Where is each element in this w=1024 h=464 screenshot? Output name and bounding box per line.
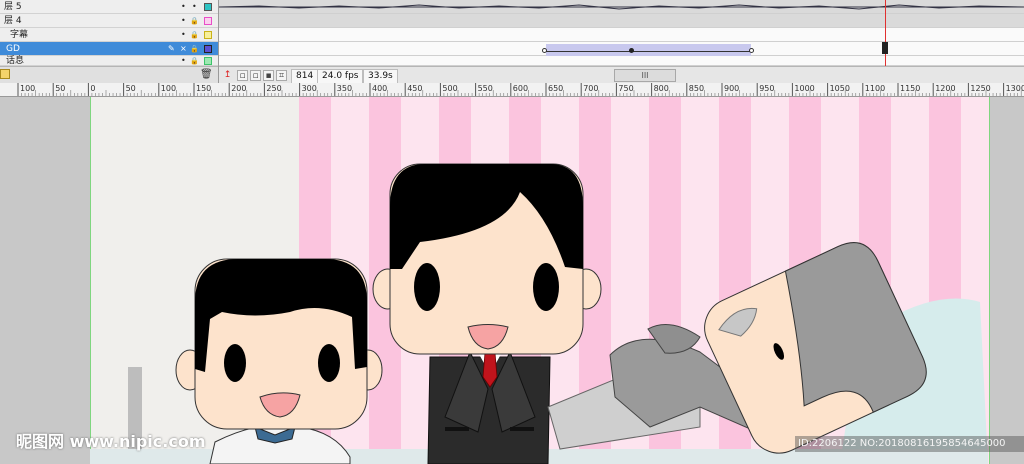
ruler-label: 850 (689, 84, 704, 93)
ruler-label: 950 (759, 84, 774, 93)
layer-name: 层 5 (4, 2, 22, 12)
ruler-label: 1200 (935, 84, 955, 93)
keyframe[interactable] (749, 48, 754, 53)
timeline-scrollbar[interactable]: III (614, 69, 676, 82)
lock-icon[interactable]: 🔒 (190, 28, 199, 42)
current-frame-field[interactable]: 814 (291, 69, 319, 84)
ruler-label: 800 (654, 84, 669, 93)
layer-row-info[interactable]: 话息 • 🔒 (0, 56, 218, 66)
tween-arrow (546, 51, 751, 52)
waveform (219, 4, 1024, 10)
frame-row[interactable] (219, 28, 1024, 42)
ruler-label: 50 (126, 84, 136, 93)
layer-color-swatch[interactable] (204, 45, 212, 53)
onion-outline-icon[interactable]: ▫ (250, 70, 261, 81)
ruler-label: 100 (20, 84, 35, 93)
ruler-label: 50 (55, 84, 65, 93)
ruler-label: 1100 (865, 84, 885, 93)
current-keyframe[interactable] (882, 42, 888, 54)
onion-skin-icon[interactable]: ▫ (237, 70, 248, 81)
watermark-id: ID:2206122 NO:20180816195854645000 (795, 436, 1024, 452)
new-folder-icon[interactable] (0, 69, 10, 79)
layer-color-swatch[interactable] (204, 17, 212, 25)
ruler-label: 450 (407, 84, 422, 93)
ruler-label: 0 (90, 84, 95, 93)
onion-markers-icon[interactable]: ⌗ (276, 70, 287, 81)
trash-icon[interactable]: 🗑 (200, 69, 213, 81)
ruler-label: 150 (196, 84, 211, 93)
ruler-label: 350 (337, 84, 352, 93)
flash-editor-window: 层 5 • • 层 4 • 🔒 字幕 • 🔒 GD ✎ × 🔒 话息 • 🔒 🗑… (0, 0, 1024, 464)
ruler-label: 1000 (794, 84, 814, 93)
ruler-label: 550 (478, 84, 493, 93)
ruler-label: 900 (724, 84, 739, 93)
timeline-panel: 层 5 • • 层 4 • 🔒 字幕 • 🔒 GD ✎ × 🔒 话息 • 🔒 🗑… (0, 0, 1024, 84)
ruler-label: 1300 (1006, 84, 1024, 93)
watermark-nipic: 昵图网 www.nipic.com (16, 432, 206, 451)
tween-span[interactable] (546, 44, 751, 56)
ruler-label: 400 (372, 84, 387, 93)
layer-color-swatch[interactable] (204, 31, 212, 39)
lock-dot-icon[interactable]: • (192, 0, 197, 14)
ruler-label: 1150 (900, 84, 920, 93)
ruler-label: 600 (513, 84, 528, 93)
ruler-label: 1250 (970, 84, 990, 93)
ruler-label: 250 (266, 84, 281, 93)
frame-grid[interactable] (219, 0, 1024, 66)
horizontal-ruler: 100 50 0 50 100 150 200 250 300 350 400 450 500 550 60… (0, 83, 1024, 97)
edit-multiple-icon[interactable]: ▪ (263, 70, 274, 81)
boy-character[interactable] (175, 258, 383, 464)
frame-row[interactable] (219, 42, 1024, 56)
frame-row[interactable] (219, 14, 1024, 28)
ruler-label: 300 (302, 84, 317, 93)
visibility-dot-icon[interactable]: • (181, 0, 186, 14)
ruler-label: 500 (442, 84, 457, 93)
visibility-dot-icon[interactable]: • (181, 28, 186, 42)
layer-name: 层 4 (4, 16, 22, 26)
ruler-label: 650 (548, 84, 563, 93)
pencil-edit-icon[interactable]: ✎ (168, 42, 175, 56)
layer-color-swatch[interactable] (204, 3, 212, 11)
frame-row[interactable] (219, 56, 1024, 66)
layer-row-4[interactable]: 层 4 • 🔒 (0, 14, 218, 28)
layer-footer: 🗑 (0, 66, 218, 84)
ruler-label: 1050 (830, 84, 850, 93)
layer-name: 字幕 (10, 30, 29, 40)
keyframe[interactable] (542, 48, 547, 53)
frame-row[interactable] (219, 0, 1024, 14)
timeline-toolbar: ↥ ▫ ▫ ▪ ⌗ 814 24.0 fps 33.9s III (219, 66, 1024, 84)
visibility-dot-icon[interactable]: • (181, 14, 186, 28)
center-frame-icon[interactable]: ↥ (222, 70, 233, 81)
layer-list: 层 5 • • 层 4 • 🔒 字幕 • 🔒 GD ✎ × 🔒 话息 • 🔒 🗑 (0, 0, 219, 84)
ruler-label: 200 (231, 84, 246, 93)
ruler-label: 750 (618, 84, 633, 93)
ruler-label: 700 (583, 84, 598, 93)
cartoon-scene (90, 163, 988, 464)
ruler-ticks: 100 50 0 50 100 150 200 250 300 350 400 450 500 550 60… (17, 83, 1024, 96)
layer-row-5[interactable]: 层 5 • • (0, 0, 218, 14)
elapsed-time-field[interactable]: 33.9s (363, 69, 398, 84)
layer-row-subtitle[interactable]: 字幕 • 🔒 (0, 28, 218, 42)
keyframe[interactable] (629, 48, 634, 53)
frame-rate-field[interactable]: 24.0 fps (317, 69, 364, 84)
ruler-label: 100 (161, 84, 176, 93)
playhead[interactable] (885, 0, 886, 66)
stage-area[interactable] (0, 97, 1024, 464)
lock-icon[interactable]: 🔒 (190, 14, 199, 28)
layer-color-swatch[interactable] (204, 57, 212, 65)
